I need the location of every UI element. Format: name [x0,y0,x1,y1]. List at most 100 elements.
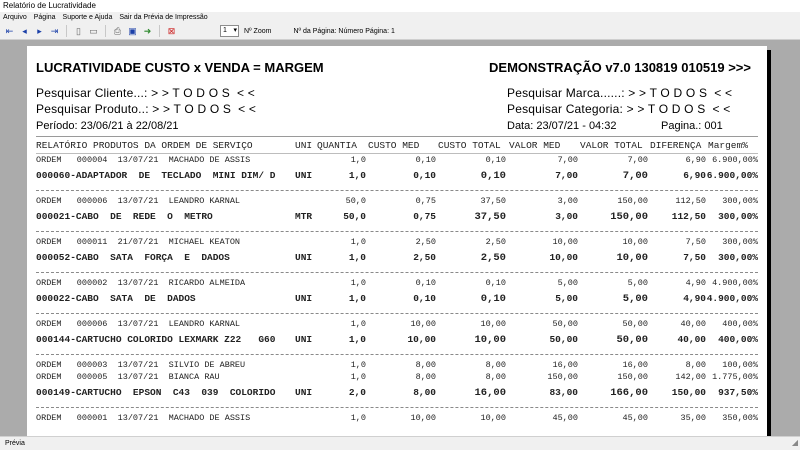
cell-diferenca: 8,00 [685,360,706,370]
cell-descricao: ORDEM 000005 13/07/21 BIANCA RAU [36,372,220,382]
cell-uni: UNI [295,293,313,304]
cell-margem: 400,00% [722,319,758,329]
cell-custo-total: 8,00 [485,360,506,370]
menu-suporte-ajuda[interactable]: Suporte e Ajuda [63,12,113,23]
cell-valor-med: 83,00 [549,387,578,398]
product-row: 000021-CABO DE REDE O METRO MTR 50,0 0,75 37… [36,207,758,227]
report-title: LUCRATIVIDADE CUSTO x VENDA = MARGEM [36,60,324,75]
cell-uni: UNI [295,170,313,181]
order-row: ORDEM 000006 13/07/21 LEANDRO KARNAL 1,0 1… [36,318,758,330]
print-preview-area[interactable]: LUCRATIVIDADE CUSTO x VENDA = MARGEM DEM… [0,41,800,438]
toolbar-separator [105,25,106,37]
cell-custo-med: 0,10 [415,278,436,288]
cell-custo-med: 0,10 [413,170,436,181]
export-icon[interactable]: ➜ [141,25,154,38]
cell-valor-med: 7,00 [557,155,578,165]
cell-valor-total: 166,00 [610,387,648,399]
prev-page-icon[interactable]: ◂ [18,25,31,38]
cell-custo-total: 10,00 [480,413,506,423]
single-page-icon[interactable]: ▯ [72,25,85,38]
menu-sair-previa[interactable]: Sair da Prévia de Impressão [119,12,207,23]
row-separator [36,350,758,359]
zoom-select[interactable]: 1 [220,25,239,37]
zoom-label: Nº Zoom [244,27,272,35]
cell-quantia: 1,0 [350,413,366,423]
cell-custo-total: 2,50 [485,237,506,247]
cell-valor-total: 5,00 [622,293,648,305]
cell-custo-total: 37,50 [480,196,506,206]
cell-quantia: 1,0 [350,278,366,288]
cell-valor-med: 10,00 [552,237,578,247]
last-page-icon[interactable]: ⇥ [48,25,61,38]
report-data-hora: Data: 23/07/21 - 04:32 [507,120,617,132]
menu-arquivo[interactable]: Arquivo [3,12,27,23]
close-icon[interactable]: ⊠ [165,25,178,38]
cell-diferenca: 4,90 [685,278,706,288]
report-periodo: Período: 23/06/21 à 22/08/21 [36,120,179,132]
cell-custo-total: 0,10 [480,170,506,182]
cell-margem: 6.900,00% [712,155,758,165]
cell-valor-med: 45,00 [552,413,578,423]
col-quantia: QUANTIA [317,140,357,151]
cell-custo-med: 8,00 [415,360,436,370]
col-custo-total: CUSTO TOTAL [438,140,501,151]
cell-quantia: 1,0 [348,293,366,304]
cell-quantia: 1,0 [348,170,366,181]
report-page: LUCRATIVIDADE CUSTO x VENDA = MARGEM DEM… [27,46,767,438]
cell-descricao: 000052-CABO SATA FORÇA E DADOS [36,252,230,263]
order-row: ORDEM 000003 13/07/21 SILVIO DE ABREU 1,0… [36,359,758,371]
cell-diferenca: 35,00 [680,413,706,423]
cell-margem: 300,00% [718,252,758,263]
cell-quantia: 1,0 [350,319,366,329]
cell-custo-total: 2,50 [480,252,506,264]
cell-margem: 4.900,00% [706,293,758,304]
first-page-icon[interactable]: ⇤ [3,25,16,38]
cell-valor-med: 50,00 [552,319,578,329]
cell-diferenca: 150,00 [671,387,706,398]
cell-custo-med: 2,50 [415,237,436,247]
print-icon[interactable]: ⎙ [111,25,124,38]
product-row: 000022-CABO SATA DE DADOS UNI 1,0 0,10 0,10 5… [36,289,758,309]
report-version: DEMONSTRAÇÃO v7.0 130819 010519 >>> [489,60,751,75]
cell-custo-med: 10,00 [407,334,436,345]
cell-valor-total: 150,00 [617,196,648,206]
cell-quantia: 1,0 [350,155,366,165]
cell-valor-total: 45,00 [622,413,648,423]
cell-valor-total: 7,00 [627,155,648,165]
cell-uni: UNI [295,334,313,345]
status-text: Prévia [5,440,25,447]
cell-quantia: 2,0 [348,387,366,398]
toolbar-separator [159,25,160,37]
cell-custo-med: 2,50 [413,252,436,263]
cell-valor-total: 10,00 [622,237,648,247]
cell-descricao: 000144-CARTUCHO COLORIDO LEXMARK Z22 G60 [36,334,276,345]
resize-grip-icon[interactable]: ◢ [792,436,798,449]
cell-custo-med: 10,00 [410,413,436,423]
cell-custo-med: 0,10 [415,155,436,165]
cell-descricao: 000149-CARTUCHO EPSON C43 039 COLORIDO [36,387,276,398]
cell-quantia: 50,0 [343,211,366,222]
cell-valor-med: 7,00 [555,170,578,181]
menu-bar: Arquivo Página Suporte e Ajuda Sair da P… [0,12,800,23]
col-diferenca: DIFERENÇA [650,140,702,151]
cell-quantia: 1,0 [350,237,366,247]
cell-custo-med: 8,00 [413,387,436,398]
cell-uni: UNI [295,387,313,398]
row-separator [36,268,758,277]
cell-quantia: 50,0 [345,196,366,206]
next-page-icon[interactable]: ▸ [33,25,46,38]
cell-margem: 350,00% [722,413,758,423]
row-separator [36,186,758,195]
product-row: 000052-CABO SATA FORÇA E DADOS UNI 1,0 2,50… [36,248,758,268]
cell-valor-med: 10,00 [549,252,578,263]
cell-diferenca: 7,50 [685,237,706,247]
save-icon[interactable]: ▣ [126,25,139,38]
menu-pagina[interactable]: Página [34,12,56,23]
two-page-icon[interactable]: ▭ [87,25,100,38]
order-row: ORDEM 000002 13/07/21 RICARDO ALMEIDA 1,0… [36,277,758,289]
cell-margem: 300,00% [722,196,758,206]
column-header-row: RELATÓRIO PRODUTOS DA ORDEM DE SERVIÇO U… [36,140,758,154]
col-valor-med: VALOR MED [509,140,561,151]
cell-valor-med: 50,00 [549,334,578,345]
cell-quantia: 1,0 [348,252,366,263]
